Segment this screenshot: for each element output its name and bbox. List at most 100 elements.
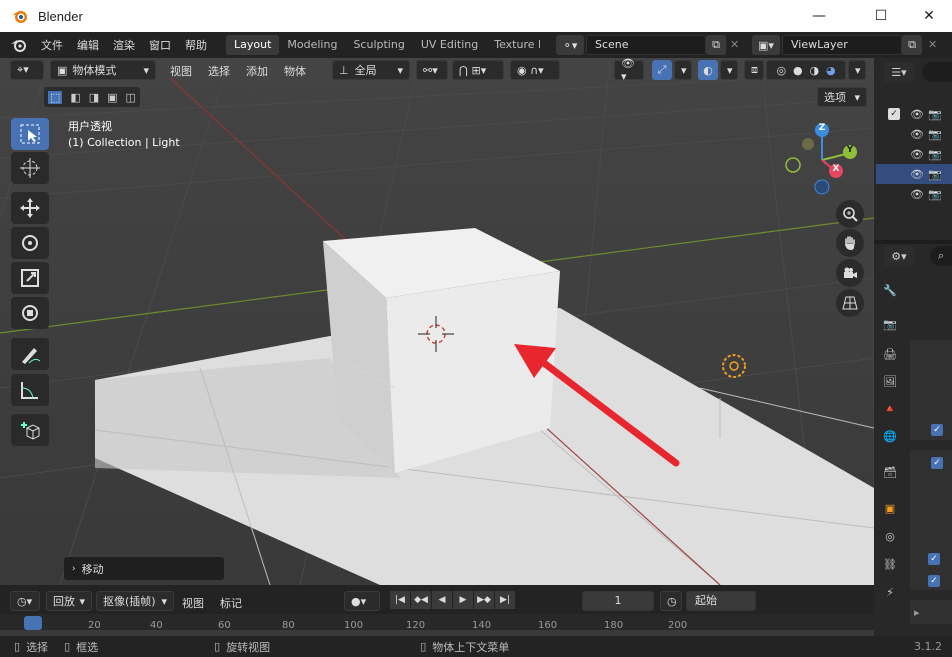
select-box-tool-icon[interactable] xyxy=(11,118,49,150)
collapsed-section[interactable]: ▸ xyxy=(910,600,952,624)
properties-search-icon[interactable]: ⌕ xyxy=(930,246,952,266)
select-new-icon[interactable]: ⬚ xyxy=(47,90,63,104)
select-intersect-icon[interactable]: ◫ xyxy=(126,91,136,104)
menu-add[interactable]: 添加 xyxy=(240,63,274,79)
camera-icon[interactable]: 📷 xyxy=(928,148,942,161)
outliner-row[interactable]: 👁 📷 xyxy=(876,124,952,144)
menu-window[interactable]: 窗口 xyxy=(142,37,178,53)
scale-tool-icon[interactable] xyxy=(11,262,49,294)
gizmo-dropdown[interactable]: ▾ xyxy=(674,60,692,80)
playhead[interactable] xyxy=(24,616,42,630)
property-checkbox[interactable]: ✓ xyxy=(928,575,940,587)
world-properties-icon[interactable]: 🌐 xyxy=(878,424,902,448)
outliner-row-selected[interactable]: 👁 📷 xyxy=(876,164,952,184)
maximize-button[interactable]: ☐ xyxy=(858,0,904,32)
tab-modeling[interactable]: Modeling xyxy=(279,35,345,55)
camera-view-icon[interactable] xyxy=(836,259,864,287)
close-button[interactable]: ✕ xyxy=(906,0,952,32)
auto-keying-toggle[interactable]: ●▾ xyxy=(344,591,380,611)
timeline-editor-type-icon[interactable]: ◷▾ xyxy=(10,591,40,611)
outliner-row[interactable]: 👁 📷 xyxy=(876,144,952,164)
menu-help[interactable]: 帮助 xyxy=(178,37,214,53)
move-tool-icon[interactable] xyxy=(11,192,49,224)
select-invert-icon[interactable]: ▣ xyxy=(107,91,117,104)
shading-mode-buttons[interactable]: ◎ ● ◑ ◕ xyxy=(766,60,846,80)
eye-icon[interactable]: 👁 xyxy=(910,108,924,121)
property-checkbox[interactable]: ✓ xyxy=(931,424,943,436)
xray-toggle-icon[interactable]: ⧈ xyxy=(744,60,764,80)
tab-sculpting[interactable]: Sculpting xyxy=(345,35,412,55)
zoom-icon[interactable] xyxy=(836,200,864,228)
transform-tool-icon[interactable] xyxy=(11,297,49,329)
proportional-edit-toggle[interactable]: ◉ ∩▾ xyxy=(510,60,560,80)
eye-icon[interactable]: 👁 xyxy=(910,128,924,141)
operator-panel[interactable]: › 移动 xyxy=(64,557,224,580)
start-frame-field[interactable]: 起始 xyxy=(686,591,756,611)
eye-icon[interactable]: 👁 xyxy=(910,188,924,201)
minimize-button[interactable]: — xyxy=(796,0,842,32)
add-cube-tool-icon[interactable] xyxy=(11,414,49,446)
delete-scene-icon[interactable]: ✕ xyxy=(730,35,746,55)
timeline-menu-view[interactable]: 视图 xyxy=(176,595,210,611)
delete-view-layer-icon[interactable]: ✕ xyxy=(928,35,944,55)
properties-editor-icon[interactable]: ⚙▾ xyxy=(884,246,914,266)
play-reverse-icon[interactable]: ◀ xyxy=(432,591,452,609)
visibility-dropdown[interactable]: 👁▾ xyxy=(614,57,644,83)
camera-icon[interactable]: 📷 xyxy=(928,128,942,141)
use-preview-range-icon[interactable]: ◷ xyxy=(660,591,682,611)
annotate-tool-icon[interactable] xyxy=(11,338,49,370)
menu-view[interactable]: 视图 xyxy=(164,63,198,79)
collection-properties-icon[interactable]: 🗃 xyxy=(878,460,902,484)
property-checkbox[interactable]: ✓ xyxy=(928,553,940,565)
keying-dropdown[interactable]: 抠像(插帧) ▾ xyxy=(96,591,174,611)
constraints-properties-icon[interactable]: ⛓ xyxy=(878,552,902,576)
perspective-grid-icon[interactable] xyxy=(836,289,864,317)
menu-render[interactable]: 渲染 xyxy=(106,37,142,53)
scene-properties-icon[interactable]: 🔺 xyxy=(878,396,902,420)
outliner-search-input[interactable] xyxy=(922,62,952,82)
rendered-shading-icon[interactable]: ◕ xyxy=(826,64,836,77)
view-layer-selector-icon[interactable]: ▣▾ xyxy=(752,35,780,55)
jump-end-icon[interactable]: ▶| xyxy=(495,591,515,609)
menu-edit[interactable]: 编辑 xyxy=(70,37,106,53)
timeline-menu-marker[interactable]: 标记 xyxy=(214,595,248,611)
cursor-tool-icon[interactable] xyxy=(11,152,49,184)
view-layer-properties-icon[interactable]: 🖼 xyxy=(878,369,902,393)
overlay-toggle-icon[interactable]: ◐ xyxy=(698,60,718,80)
measure-tool-icon[interactable] xyxy=(11,374,49,406)
new-view-layer-icon[interactable]: ⧉ xyxy=(902,35,922,55)
eye-icon[interactable]: 👁 xyxy=(910,148,924,161)
current-frame-field[interactable]: 1 xyxy=(582,591,654,611)
outliner-row[interactable]: ✓ 👁 📷 xyxy=(876,104,952,124)
prev-keyframe-icon[interactable]: ◆◀ xyxy=(411,591,431,609)
menu-object[interactable]: 物体 xyxy=(278,63,312,79)
editor-type-dropdown[interactable]: ⌖▾ xyxy=(10,60,44,80)
output-properties-icon[interactable]: 🖨 xyxy=(878,342,902,366)
options-dropdown[interactable]: 选项 ▾ xyxy=(817,87,867,107)
pan-hand-icon[interactable] xyxy=(836,229,864,257)
tab-layout[interactable]: Layout xyxy=(226,35,280,55)
new-scene-icon[interactable]: ⧉ xyxy=(706,35,726,55)
transform-orientation-dropdown[interactable]: ⊥ 全局 ▾ xyxy=(332,60,410,80)
menu-file[interactable]: 文件 xyxy=(34,37,70,53)
jump-start-icon[interactable]: |◀ xyxy=(390,591,410,609)
panel-divider[interactable] xyxy=(874,240,952,244)
solid-shading-icon[interactable]: ● xyxy=(793,64,803,77)
data-properties-icon[interactable]: ⚡ xyxy=(878,580,902,604)
physics-properties-icon[interactable]: ◎ xyxy=(878,524,902,548)
rotate-tool-icon[interactable] xyxy=(11,227,49,259)
collection-checkbox[interactable]: ✓ xyxy=(888,108,900,120)
selection-mode-buttons[interactable]: ⬚ ◧ ◨ ▣ ◫ xyxy=(44,87,140,107)
select-subtract-icon[interactable]: ◨ xyxy=(89,91,99,104)
wireframe-shading-icon[interactable]: ◎ xyxy=(776,64,786,77)
outliner-row[interactable]: 👁 📷 xyxy=(876,184,952,204)
pivot-point-dropdown[interactable]: ⚯▾ xyxy=(416,60,448,80)
timeline-ruler[interactable] xyxy=(0,614,874,636)
select-extend-icon[interactable]: ◧ xyxy=(70,91,80,104)
menu-select[interactable]: 选择 xyxy=(202,63,236,79)
next-keyframe-icon[interactable]: ▶◆ xyxy=(474,591,494,609)
scene-selector-icon[interactable]: ⚬▾ xyxy=(556,35,584,55)
tool-properties-icon[interactable]: 🔧 xyxy=(878,278,902,302)
overlay-dropdown[interactable]: ▾ xyxy=(720,60,738,80)
play-icon[interactable]: ▶ xyxy=(453,591,473,609)
